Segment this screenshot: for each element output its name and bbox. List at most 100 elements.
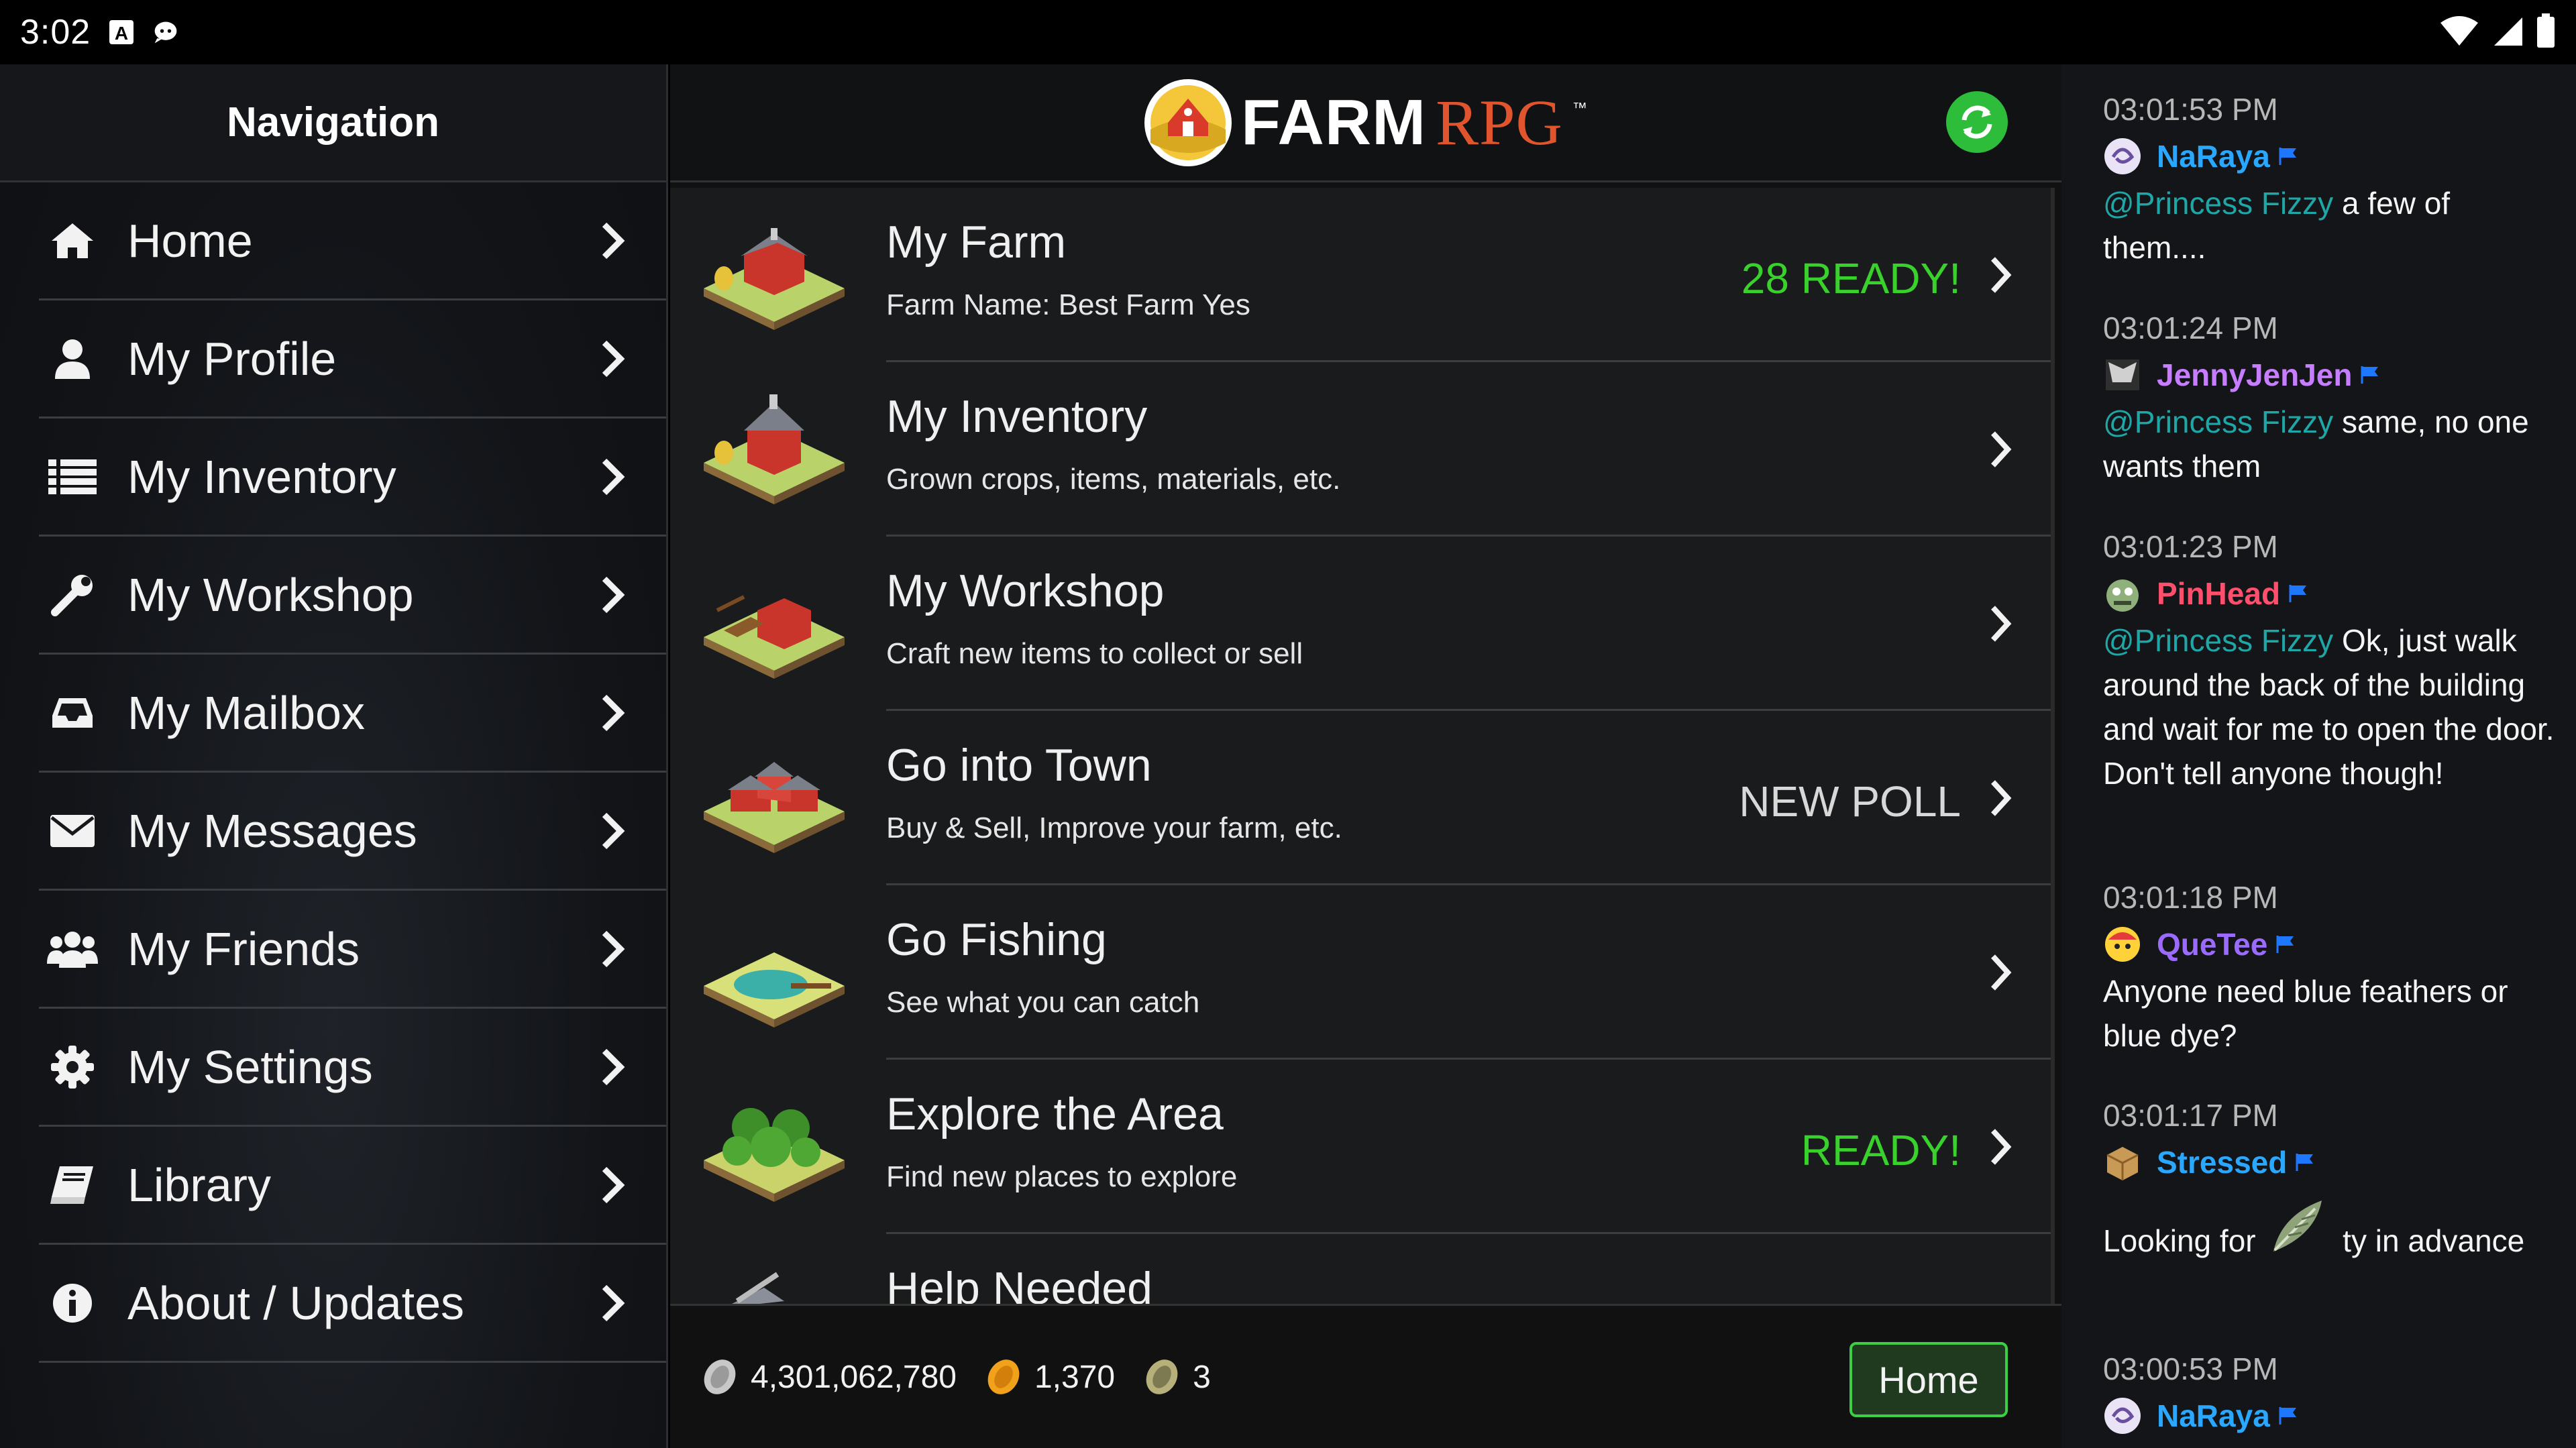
avatar xyxy=(2106,1147,2139,1180)
chat-timestamp: 03:00:53 PM xyxy=(2103,1351,2278,1386)
ancient-coin-currency: 3 xyxy=(1142,1357,1211,1397)
wrench-icon xyxy=(44,567,101,623)
fishing-pond-icon xyxy=(704,952,845,1027)
chat-mention[interactable]: @Princess Fizzy xyxy=(2103,623,2333,658)
chat-timestamp: 03:01:53 PM xyxy=(2103,92,2278,127)
chat-message: 03:01:23 PM PinHead @Princess Fizzy Ok, … xyxy=(2103,528,2556,795)
chat-mention[interactable]: @Princess Fizzy xyxy=(2103,186,2333,221)
nav-item-my-mailbox[interactable]: My Mailbox xyxy=(39,655,666,773)
gold-currency: 1,370 xyxy=(983,1357,1115,1397)
flag-icon[interactable] xyxy=(2360,365,2380,385)
chat-username: NaRaya xyxy=(2157,139,2270,174)
nav-item-label: Home xyxy=(127,214,253,267)
refresh-button[interactable] xyxy=(1946,91,2008,153)
chevron-right-icon xyxy=(1991,780,2012,816)
menu-row-go-into-town[interactable]: Go into Town Buy & Sell, Improve your fa… xyxy=(670,711,2051,885)
row-title: Go Fishing xyxy=(886,914,1107,965)
avatar xyxy=(2106,579,2139,612)
row-title: My Workshop xyxy=(886,565,1165,616)
menu-row-help-needed[interactable]: Help Needed xyxy=(670,1234,2051,1309)
silver-currency: 4,301,062,780 xyxy=(700,1357,957,1397)
nav-item-my-workshop[interactable]: My Workshop xyxy=(39,537,666,655)
chat-user[interactable]: Stressed xyxy=(2103,1143,2556,1182)
chat-mention[interactable]: @Princess Fizzy xyxy=(2103,404,2333,439)
menu-row-my-inventory[interactable]: My Inventory Grown crops, items, materia… xyxy=(670,362,2051,537)
town-icon xyxy=(704,762,845,853)
flag-icon[interactable] xyxy=(2278,146,2298,166)
barn-logo-icon xyxy=(1144,78,1232,166)
chat-user[interactable]: NaRaya xyxy=(2103,137,2556,176)
chat-message: 03:01:17 PM Stressed Looking for ty in a… xyxy=(2103,1097,2556,1263)
nav-item-label: My Friends xyxy=(127,922,360,975)
home-button[interactable]: Home xyxy=(1849,1342,2008,1417)
chevron-right-icon xyxy=(602,340,625,377)
chat-user[interactable]: JennyJenJen xyxy=(2103,355,2556,394)
nav-item-about-updates[interactable]: About / Updates xyxy=(39,1245,666,1363)
chat-username: JennyJenJen xyxy=(2157,357,2353,392)
navigation-header: Navigation xyxy=(0,64,666,182)
gear-icon xyxy=(44,1039,101,1095)
chat-user[interactable]: NaRaya xyxy=(2103,1396,2556,1435)
row-subtitle: Find new places to explore xyxy=(886,1160,1238,1193)
users-icon xyxy=(44,921,101,977)
chevron-right-icon xyxy=(602,694,625,731)
menu-row-my-workshop[interactable]: My Workshop Craft new items to collect o… xyxy=(670,537,2051,711)
chat-text: @Princess Fizzy same, no one wants them xyxy=(2103,400,2556,488)
nav-item-label: My Workshop xyxy=(127,568,414,621)
farmrpg-logo[interactable]: FARM RPG ™ xyxy=(1144,78,1587,166)
gold-coin-icon xyxy=(987,1359,1020,1394)
nav-item-label: Library xyxy=(127,1158,271,1211)
nav-item-my-settings[interactable]: My Settings xyxy=(39,1009,666,1127)
menu-row-go-fishing[interactable]: Go Fishing See what you can catch xyxy=(670,885,2051,1060)
chat-text: Anyone need blue feathers or blue dye? xyxy=(2103,969,2556,1058)
row-title: My Farm xyxy=(886,217,1067,268)
row-title: Go into Town xyxy=(886,740,1152,791)
info-icon xyxy=(44,1275,101,1331)
chat-panel: 03:01:53 PM NaRaya @Princess Fizzy a few… xyxy=(2061,64,2576,1448)
ready-status: READY! xyxy=(1801,1126,1961,1174)
flag-icon[interactable] xyxy=(2275,934,2296,954)
refresh-icon xyxy=(1962,105,1992,139)
chevron-right-icon xyxy=(602,1166,625,1203)
nav-item-label: My Mailbox xyxy=(127,686,365,739)
chat-body: Looking for xyxy=(2103,1223,2265,1258)
avatar xyxy=(2104,138,2141,174)
nav-item-label: My Settings xyxy=(127,1040,373,1093)
avatar xyxy=(2106,359,2139,390)
nav-item-library[interactable]: Library xyxy=(39,1127,666,1245)
chat-message: 03:01:18 PM QueTee Anyone need blue feat… xyxy=(2103,879,2556,1058)
chevron-right-icon xyxy=(602,1284,625,1321)
navigation-title: Navigation xyxy=(227,99,439,146)
ancient-coin-icon xyxy=(1146,1359,1178,1394)
font-a-icon: A xyxy=(108,19,135,46)
chat-user[interactable]: PinHead xyxy=(2103,574,2556,613)
menu-row-my-farm[interactable]: My Farm Farm Name: Best Farm Yes 28 READ… xyxy=(670,188,2051,362)
help-needed-icon xyxy=(724,1272,784,1308)
logo-trademark: ™ xyxy=(1572,99,1587,116)
chevron-right-icon xyxy=(602,458,625,495)
forest-icon xyxy=(704,1108,845,1202)
nav-item-my-messages[interactable]: My Messages xyxy=(39,773,666,891)
nav-item-my-inventory[interactable]: My Inventory xyxy=(39,419,666,537)
farm-house-icon xyxy=(704,228,845,330)
user-icon xyxy=(44,331,101,387)
chat-body: Anyone need blue feathers or blue dye? xyxy=(2103,974,2508,1053)
menu-row-explore-the-area[interactable]: Explore the Area Find new places to expl… xyxy=(670,1060,2051,1234)
chevron-right-icon xyxy=(1991,257,2012,293)
new-poll-status: NEW POLL xyxy=(1739,777,1961,826)
row-title: Help Needed xyxy=(886,1263,1152,1309)
logo-text-rpg: RPG xyxy=(1436,87,1563,158)
flag-icon[interactable] xyxy=(2288,583,2308,604)
status-time: 3:02 xyxy=(20,13,91,52)
flag-icon[interactable] xyxy=(2295,1152,2315,1172)
flag-icon[interactable] xyxy=(2278,1406,2298,1426)
ready-status: 28 READY! xyxy=(1741,254,1961,302)
chevron-right-icon xyxy=(1991,431,2012,467)
nav-item-my-profile[interactable]: My Profile xyxy=(39,300,666,419)
chat-user[interactable]: QueTee xyxy=(2103,925,2556,964)
nav-item-home[interactable]: Home xyxy=(39,182,666,300)
nav-item-my-friends[interactable]: My Friends xyxy=(39,891,666,1009)
chat-text: @Princess Fizzy a few of them.... xyxy=(2103,181,2556,270)
row-subtitle: Buy & Sell, Improve your farm, etc. xyxy=(886,812,1342,844)
nav-item-label: My Messages xyxy=(127,804,417,857)
